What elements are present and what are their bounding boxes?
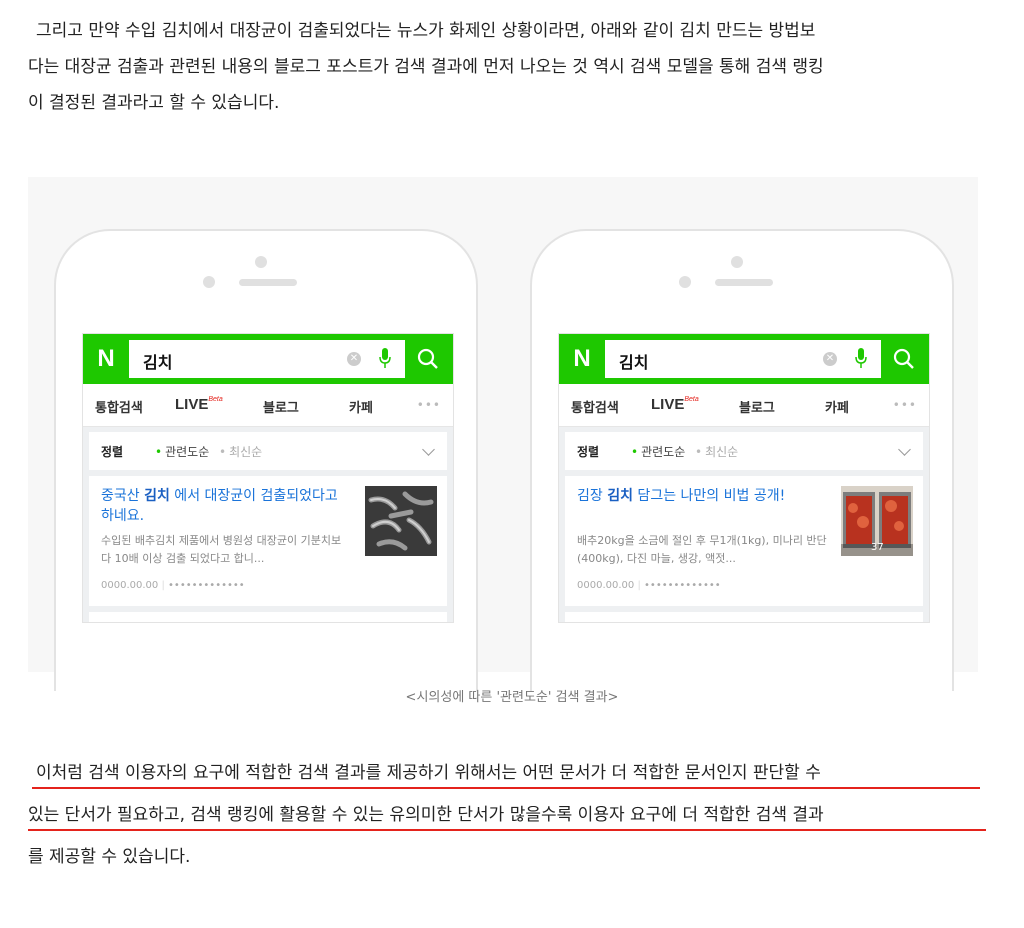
sort-latest[interactable]: 최신순 bbox=[219, 443, 262, 460]
phone-mockup-left: N 김치 ✕ 통합검색 LIVEBeta 블로그 카페 ••• 정렬 • 관련도… bbox=[54, 229, 478, 691]
search-icon[interactable] bbox=[409, 340, 447, 378]
result-card-next bbox=[89, 612, 447, 622]
sort-relevance[interactable]: 관련도순 bbox=[155, 443, 209, 460]
result-title[interactable]: 김장 김치 담그는 나만의 비법 공개! bbox=[577, 486, 827, 506]
sort-bar: 정렬 관련도순 최신순 bbox=[89, 432, 447, 470]
photo-count: 37 bbox=[871, 542, 884, 553]
clear-icon[interactable]: ✕ bbox=[823, 352, 837, 366]
result-meta: 0000.00.00 | ••••••••••••• bbox=[577, 580, 721, 591]
naver-logo[interactable]: N bbox=[567, 344, 597, 374]
search-input[interactable]: 김치 ✕ bbox=[605, 340, 881, 378]
clear-icon[interactable]: ✕ bbox=[347, 352, 361, 366]
result-snippet: 배추20kg을 소금에 절인 후 무1개(1kg), 미나리 반단(400kg)… bbox=[577, 534, 827, 565]
conclusion-line: 있는 단서가 필요하고, 검색 랭킹에 활용할 수 있는 유의미한 단서가 많을… bbox=[28, 805, 824, 825]
conclusion-line: 를 제공할 수 있습니다. bbox=[28, 847, 191, 867]
search-input[interactable]: 김치 ✕ bbox=[129, 340, 405, 378]
tab-blog[interactable]: 블로그 bbox=[739, 397, 775, 416]
result-card[interactable]: 김장 김치 담그는 나만의 비법 공개! 배추20kg을 소금에 절인 후 무1… bbox=[565, 476, 923, 606]
bacteria-thumbnail[interactable] bbox=[365, 486, 437, 556]
figure-caption: <시의성에 따른 '관련도순' 검색 결과> bbox=[405, 690, 619, 705]
more-icon[interactable]: ••• bbox=[417, 398, 441, 412]
figure-search-results: N 김치 ✕ 통합검색 LIVEBeta 블로그 카페 ••• 정렬 • 관련도… bbox=[28, 177, 978, 691]
chevron-down-icon[interactable] bbox=[422, 443, 435, 456]
phone-sensor bbox=[731, 256, 743, 268]
search-bar: N 김치 ✕ bbox=[559, 334, 929, 384]
sort-label: 정렬 bbox=[577, 445, 600, 459]
search-bar: N 김치 ✕ bbox=[83, 334, 453, 384]
sort-latest[interactable]: 최신순 bbox=[695, 443, 738, 460]
result-title[interactable]: 중국산 김치 에서 대장균이 검출되었다고 하네요. bbox=[101, 486, 351, 526]
tab-cafe[interactable]: 카페 bbox=[825, 397, 849, 416]
search-tabs: 통합검색 LIVEBeta 블로그 카페 ••• bbox=[83, 384, 453, 427]
naver-logo[interactable]: N bbox=[91, 344, 121, 374]
phone-screen: N 김치 ✕ 통합검색 LIVEBeta 블로그 카페 ••• 정렬 • 관련도… bbox=[82, 333, 454, 623]
tab-integrated[interactable]: 통합검색 bbox=[95, 397, 143, 416]
chevron-down-icon[interactable] bbox=[898, 443, 911, 456]
phone-sensor bbox=[255, 256, 267, 268]
tab-integrated[interactable]: 통합검색 bbox=[571, 397, 619, 416]
search-query: 김치 bbox=[143, 353, 173, 372]
intro-line: 이 결정된 결과라고 할 수 있습니다. bbox=[28, 93, 280, 113]
next-result-title bbox=[577, 622, 737, 623]
tab-cafe[interactable]: 카페 bbox=[349, 397, 373, 416]
intro-line: 그리고 만약 수입 김치에서 대장균이 검출되었다는 뉴스가 화제인 상황이라면… bbox=[36, 21, 816, 41]
intro-line: 다는 대장균 검출과 관련된 내용의 블로그 포스트가 검색 결과에 먼저 나오… bbox=[28, 57, 824, 77]
search-query: 김치 bbox=[619, 353, 649, 372]
phone-camera bbox=[679, 276, 691, 288]
sort-relevance[interactable]: 관련도순 bbox=[631, 443, 685, 460]
tab-live[interactable]: LIVEBeta bbox=[651, 396, 699, 413]
conclusion-line: 이처럼 검색 이용자의 요구에 적합한 검색 결과를 제공하기 위해서는 어떤 … bbox=[36, 763, 821, 783]
result-card[interactable]: 중국산 김치 에서 대장균이 검출되었다고 하네요. 수입된 배추김치 제품에서… bbox=[89, 476, 447, 606]
red-underline bbox=[32, 787, 980, 789]
sort-label: 정렬 bbox=[101, 445, 124, 459]
red-underline bbox=[28, 829, 986, 831]
result-card-next bbox=[565, 612, 923, 623]
sort-bar: 정렬 관련도순 최신순 bbox=[565, 432, 923, 470]
microphone-icon[interactable] bbox=[379, 348, 391, 370]
result-meta: 0000.00.00 | ••••••••••••• bbox=[101, 580, 245, 591]
phone-speaker bbox=[715, 279, 773, 286]
kimchi-thumbnail[interactable]: 37 bbox=[841, 486, 913, 556]
tab-blog[interactable]: 블로그 bbox=[263, 397, 299, 416]
phone-mockup-right: N 김치 ✕ 통합검색 LIVEBeta 블로그 카페 ••• 정렬 • 관련도… bbox=[530, 229, 954, 691]
tab-live[interactable]: LIVEBeta bbox=[175, 396, 223, 413]
microphone-icon[interactable] bbox=[855, 348, 867, 370]
search-tabs: 통합검색 LIVEBeta 블로그 카페 ••• bbox=[559, 384, 929, 427]
phone-screen: N 김치 ✕ 통합검색 LIVEBeta 블로그 카페 ••• 정렬 • 관련도… bbox=[558, 333, 930, 623]
result-snippet: 수입된 배추김치 제품에서 병원성 대장균이 기분치보다 10배 이상 검출 되… bbox=[101, 534, 342, 565]
search-icon[interactable] bbox=[885, 340, 923, 378]
phone-camera bbox=[203, 276, 215, 288]
more-icon[interactable]: ••• bbox=[893, 398, 917, 412]
phone-speaker bbox=[239, 279, 297, 286]
